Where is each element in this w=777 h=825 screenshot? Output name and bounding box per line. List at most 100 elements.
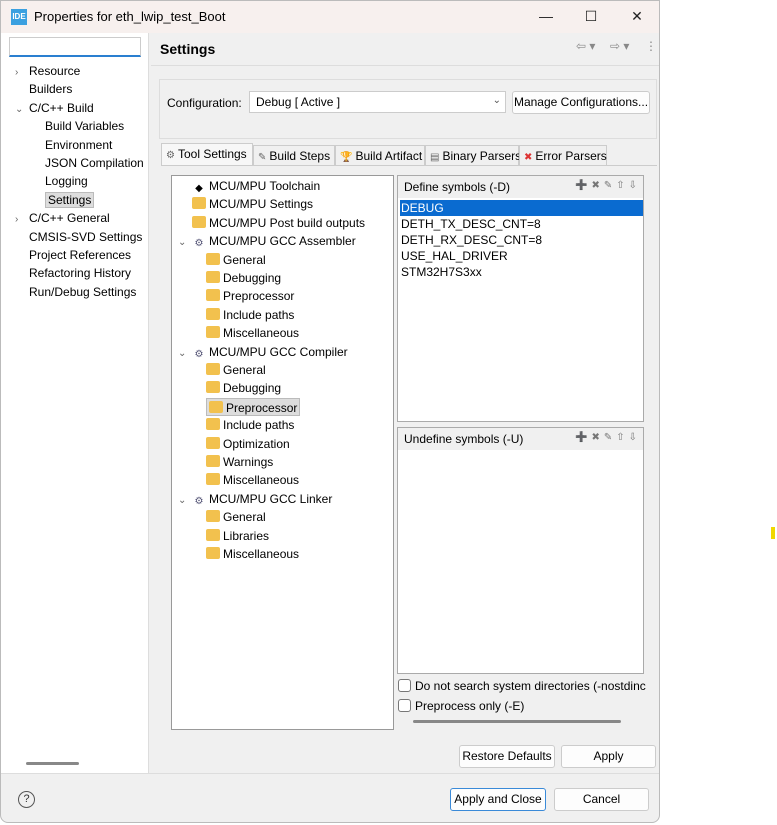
tree-item[interactable]: CMSIS-SVD Settings: [15, 228, 142, 246]
chevron-icon[interactable]: ⌄: [178, 234, 192, 252]
list-toolbar[interactable]: ➕✖✎⇧⇩: [575, 432, 641, 443]
define-symbol-item[interactable]: STM32H7S3xx: [400, 264, 643, 280]
nostdinc-checkbox[interactable]: Do not search system directories (-nostd…: [398, 678, 646, 694]
tree-item[interactable]: › C/C++ General: [15, 209, 110, 227]
configuration-select[interactable]: Debug [ Active ] ⌄: [249, 91, 506, 113]
tab-error-parsers[interactable]: ✖ Error Parsers: [519, 145, 607, 165]
tool-tree-label: General: [223, 363, 266, 377]
tool-tree-item[interactable]: Include paths: [206, 416, 294, 434]
tool-tree-item[interactable]: Miscellaneous: [206, 471, 299, 489]
configuration-value: Debug [ Active ]: [256, 95, 341, 109]
tree-item[interactable]: Environment: [45, 136, 112, 154]
manage-configurations-button[interactable]: Manage Configurations...: [512, 91, 650, 114]
define-symbol-item[interactable]: DETH_RX_DESC_CNT=8: [400, 232, 643, 248]
tool-tree-item[interactable]: ⌄ ⚙ MCU/MPU GCC Assembler: [178, 232, 356, 250]
tool-tree-label: Warnings: [223, 455, 274, 469]
edit-icon[interactable]: ✎: [604, 432, 616, 443]
tab-build-artifact[interactable]: 🏆 Build Artifact: [335, 145, 425, 165]
tool-tree-item[interactable]: ⌄ ⚙ MCU/MPU GCC Linker: [178, 490, 332, 508]
tool-tree-item[interactable]: Debugging: [206, 269, 281, 287]
tool-tree-item[interactable]: MCU/MPU Post build outputs: [178, 214, 365, 232]
preprocess-only-checkbox[interactable]: Preprocess only (-E): [398, 698, 524, 714]
settings-folder-icon: [206, 528, 220, 541]
list-toolbar[interactable]: ➕✖✎⇧⇩: [575, 180, 641, 191]
settings-folder-icon: [206, 271, 220, 283]
tool-tree-item[interactable]: Warnings: [206, 453, 273, 471]
tree-item[interactable]: ⌄ C/C++ Build: [15, 99, 94, 117]
define-symbols-title: Define symbols (-D): [404, 180, 511, 194]
tool-tree-label: Miscellaneous: [223, 473, 300, 488]
tool-tree-item[interactable]: General: [206, 508, 266, 526]
settings-folder-icon: [206, 547, 220, 559]
forward-button[interactable]: ⇨ ▾: [610, 39, 629, 53]
define-symbol-item[interactable]: DETH_TX_DESC_CNT=8: [400, 216, 643, 232]
chevron-icon[interactable]: ⌄: [178, 345, 192, 363]
tree-item[interactable]: Refactoring History: [15, 264, 131, 282]
horizontal-scrollbar[interactable]: [26, 762, 79, 765]
chevron-down-icon: ⌄: [492, 95, 501, 106]
chevron-icon[interactable]: ⌄: [178, 492, 192, 510]
tool-tree-item[interactable]: Miscellaneous: [206, 545, 299, 563]
tree-item[interactable]: Settings: [45, 191, 95, 209]
tree-item[interactable]: Builders: [15, 80, 72, 98]
define-symbol-item[interactable]: DEBUG: [400, 200, 643, 216]
tab-binary-parsers[interactable]: ▤ Binary Parsers: [425, 145, 521, 165]
maximize-button[interactable]: ☐: [576, 5, 606, 27]
move-up-icon[interactable]: ⇧: [616, 180, 628, 191]
tree-item[interactable]: Build Variables: [45, 117, 124, 135]
tab-icon: ⚙: [166, 150, 175, 161]
restore-defaults-button[interactable]: Restore Defaults: [459, 745, 555, 768]
settings-folder-icon: [206, 510, 220, 523]
edit-icon[interactable]: ✎: [604, 180, 616, 191]
tool-tree-label: Include paths: [223, 418, 295, 433]
define-symbol-item[interactable]: USE_HAL_DRIVER: [400, 248, 643, 264]
view-menu-icon[interactable]: ⋮: [645, 39, 657, 53]
tool-tree-item[interactable]: Include paths: [206, 306, 294, 324]
chevron-icon[interactable]: ›: [15, 64, 29, 82]
tab-build-steps[interactable]: ✎ Build Steps: [253, 145, 335, 165]
properties-dialog: IDE Properties for eth_lwip_test_Boot — …: [0, 0, 660, 823]
move-down-icon[interactable]: ⇩: [629, 432, 641, 443]
tool-tree-item[interactable]: Debugging: [206, 379, 281, 397]
filter-input[interactable]: [9, 37, 141, 57]
back-button[interactable]: ⇦ ▾: [576, 39, 595, 53]
move-down-icon[interactable]: ⇩: [629, 180, 641, 191]
tool-tree-item[interactable]: Preprocessor: [206, 287, 294, 305]
settings-folder-icon: [192, 215, 206, 228]
tree-item[interactable]: › Resource: [15, 62, 80, 80]
close-button[interactable]: ✕: [622, 5, 652, 27]
header-separator: [151, 65, 659, 66]
help-icon[interactable]: ?: [18, 791, 35, 808]
tree-item[interactable]: JSON Compilation: [45, 154, 144, 172]
minimize-button[interactable]: —: [531, 5, 561, 27]
chevron-icon[interactable]: ⌄: [15, 101, 29, 119]
tool-tree-item[interactable]: Libraries: [206, 527, 269, 545]
delete-icon[interactable]: ✖: [591, 432, 603, 443]
tool-tree-item[interactable]: Preprocessor: [206, 397, 301, 416]
tab-tool-settings[interactable]: ⚙ Tool Settings: [161, 143, 253, 165]
tool-tree-item[interactable]: MCU/MPU Settings: [178, 195, 313, 213]
apply-button[interactable]: Apply: [561, 745, 656, 768]
tree-item-label: Project References: [29, 248, 132, 262]
tool-tree-item[interactable]: General: [206, 361, 266, 379]
tool-tree-item[interactable]: General: [206, 251, 266, 269]
delete-icon[interactable]: ✖: [591, 180, 603, 191]
tool-tree-item[interactable]: ⌄ ⚙ MCU/MPU GCC Compiler: [178, 343, 348, 361]
tool-gear-icon: ⚙: [194, 495, 204, 507]
tool-tree-item[interactable]: Optimization: [206, 435, 290, 453]
tool-tree-item[interactable]: ◆ MCU/MPU Toolchain: [178, 177, 320, 195]
tree-item[interactable]: Run/Debug Settings: [15, 283, 136, 301]
horizontal-scrollbar[interactable]: [413, 720, 621, 723]
tool-tree-item[interactable]: Miscellaneous: [206, 324, 299, 342]
add-icon[interactable]: ➕: [575, 432, 591, 443]
tree-item[interactable]: Project References: [15, 246, 131, 264]
cancel-button[interactable]: Cancel: [554, 788, 649, 811]
chevron-icon[interactable]: ›: [15, 211, 29, 229]
tool-gear-icon: ⚙: [194, 238, 204, 250]
apply-and-close-button[interactable]: Apply and Close: [450, 788, 546, 811]
checkbox-box[interactable]: [398, 679, 411, 692]
add-icon[interactable]: ➕: [575, 180, 591, 191]
checkbox-box[interactable]: [398, 699, 411, 712]
tree-item[interactable]: Logging: [45, 172, 88, 190]
move-up-icon[interactable]: ⇧: [616, 432, 628, 443]
